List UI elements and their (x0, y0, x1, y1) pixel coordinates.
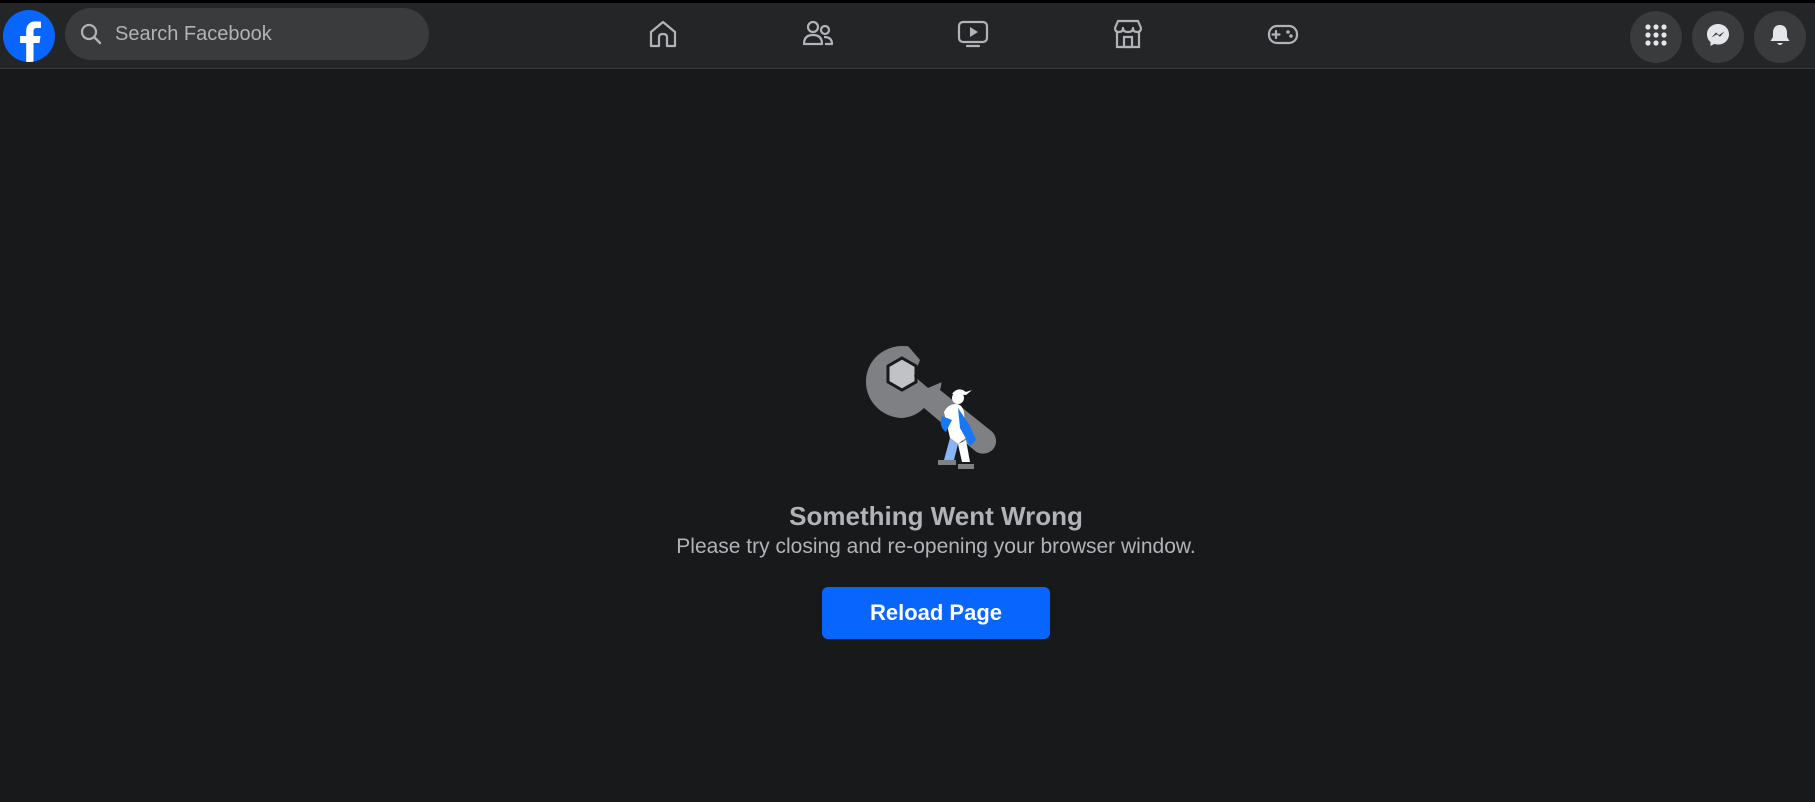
grid-menu-icon (1644, 23, 1668, 52)
reload-page-button[interactable]: Reload Page (822, 587, 1050, 639)
bell-icon (1767, 22, 1793, 53)
wrench-person-illustration (862, 342, 1010, 478)
tab-home[interactable] (585, 3, 740, 69)
gaming-icon (1266, 17, 1300, 56)
menu-button[interactable] (1630, 11, 1682, 63)
marketplace-icon (1111, 17, 1145, 56)
facebook-logo-icon[interactable] (3, 10, 55, 62)
search-box[interactable] (65, 8, 429, 60)
tab-watch[interactable] (895, 3, 1050, 69)
search-icon (79, 22, 103, 46)
messenger-button[interactable] (1692, 11, 1744, 63)
nav-tabs (585, 3, 1360, 69)
search-input[interactable] (113, 21, 417, 47)
top-navbar (0, 3, 1815, 69)
tab-gaming[interactable] (1205, 3, 1360, 69)
notifications-button[interactable] (1754, 11, 1806, 63)
error-message: Please try closing and re-opening your b… (676, 535, 1196, 558)
error-title: Something Went Wrong (789, 501, 1083, 531)
video-icon (956, 17, 990, 56)
error-page: Something Went Wrong Please try closing … (0, 69, 1815, 802)
tab-friends[interactable] (740, 3, 895, 69)
tab-marketplace[interactable] (1050, 3, 1205, 69)
messenger-icon (1705, 22, 1731, 53)
home-icon (646, 17, 680, 56)
friends-icon (801, 17, 835, 56)
